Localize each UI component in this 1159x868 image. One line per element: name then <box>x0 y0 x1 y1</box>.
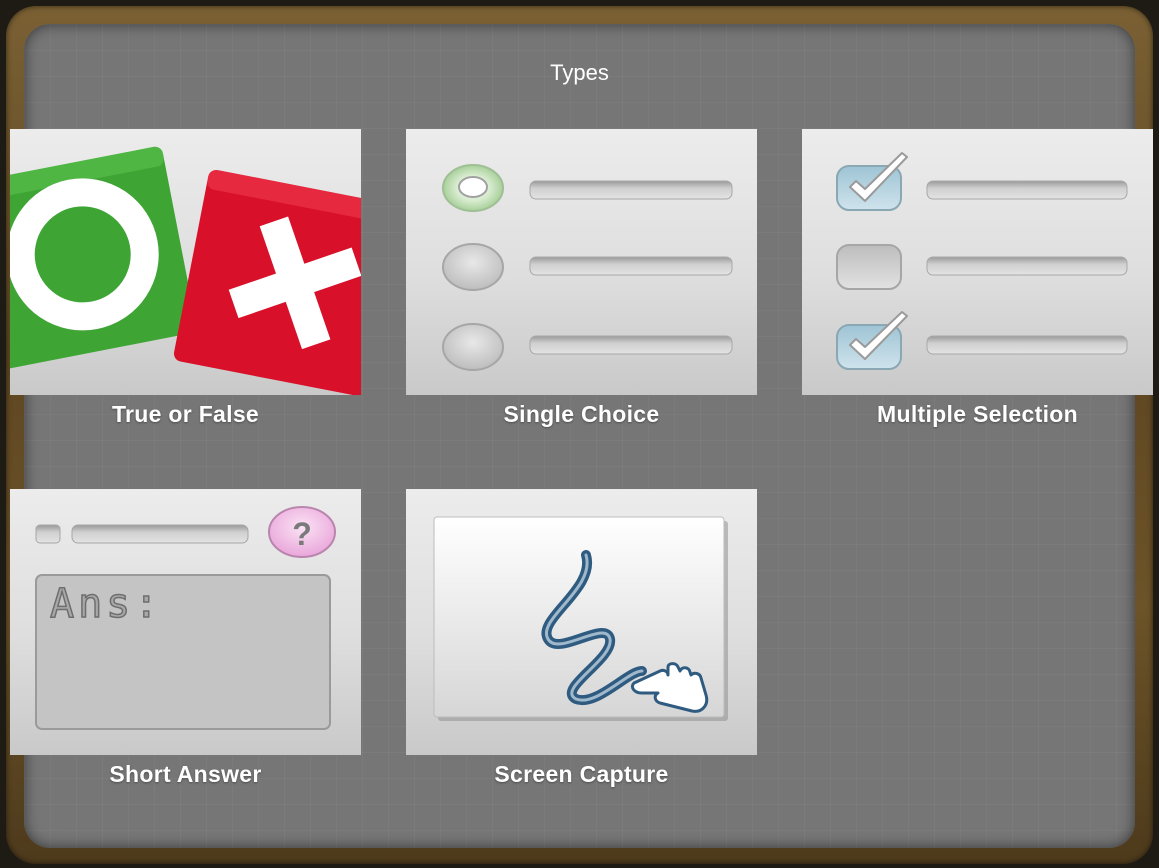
type-label[interactable]: Multiple Selection <box>802 401 1153 428</box>
true-false-icon[interactable] <box>10 129 361 395</box>
type-label[interactable]: True or False <box>10 401 361 428</box>
page-title: Types <box>550 60 609 85</box>
type-single-choice[interactable]: Single Choice <box>406 129 757 428</box>
type-screen-capture[interactable]: Screen Capture <box>406 489 757 788</box>
checkbox-list-icon[interactable] <box>802 129 1153 395</box>
type-short-answer[interactable]: ? Ans: Short Answer <box>10 489 361 788</box>
hand-drawing-icon[interactable] <box>406 489 757 755</box>
type-multiple-selection[interactable]: Multiple Selection <box>802 129 1153 428</box>
type-label[interactable]: Screen Capture <box>406 761 757 788</box>
type-label[interactable]: Short Answer <box>10 761 361 788</box>
type-label[interactable]: Single Choice <box>406 401 757 428</box>
type-true-or-false[interactable]: True or False <box>10 129 361 428</box>
short-answer-icon[interactable]: ? Ans: <box>10 489 361 755</box>
radio-list-icon[interactable] <box>406 129 757 395</box>
answer-prefix: Ans: <box>50 581 162 627</box>
help-symbol: ? <box>292 516 312 552</box>
